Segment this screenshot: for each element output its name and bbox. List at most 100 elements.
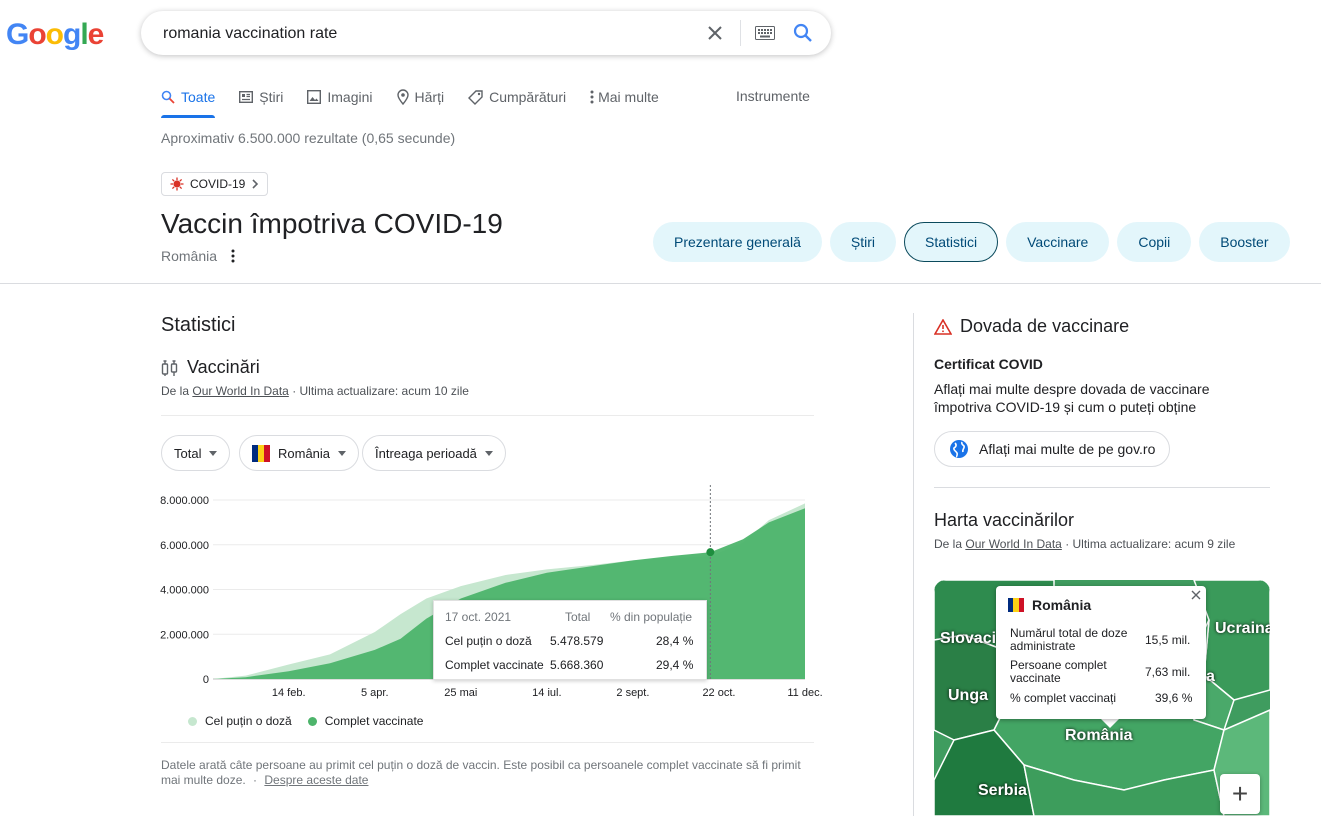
tab-more[interactable]: Mai multe xyxy=(590,86,659,108)
y-tick-label: 0 xyxy=(203,674,209,686)
topic-tab-booster[interactable]: Booster xyxy=(1199,222,1290,262)
search-separator xyxy=(740,20,741,46)
map-label-moldova: a xyxy=(1206,668,1215,685)
map-title: Harta vaccinărilor xyxy=(934,510,1075,530)
globe-icon xyxy=(950,440,968,458)
legend-item[interactable]: Complet vaccinate xyxy=(307,714,423,728)
map-tooltip-label: Persoane complet vaccinate xyxy=(1010,658,1107,685)
tab-maps[interactable]: Hărți xyxy=(396,86,444,108)
more-vert-icon xyxy=(590,90,594,104)
map-source-line: De la Our World In Data · Ultima actuali… xyxy=(934,537,1235,551)
chevron-right-icon xyxy=(252,179,259,189)
tab-label: Cumpărături xyxy=(489,89,567,105)
warning-icon xyxy=(934,318,952,335)
gov-button-label: Aflați mai multe de pe gov.ro xyxy=(979,441,1156,457)
map-tooltip-header: România xyxy=(1008,597,1091,613)
hover-point xyxy=(706,548,715,557)
romania-flag-icon xyxy=(1008,598,1024,612)
map-tooltip-value: 7,63 mil. xyxy=(1145,665,1191,679)
news-icon xyxy=(239,91,254,103)
logo-letter: l xyxy=(80,18,88,51)
logo-letter: o xyxy=(45,18,64,51)
search-input[interactable] xyxy=(161,21,685,47)
panel-divider xyxy=(913,313,914,816)
proof-title: Dovada de vaccinare xyxy=(960,316,1130,336)
google-logo[interactable]: Google xyxy=(6,18,105,52)
x-tick-label: 5 apr. xyxy=(361,687,389,699)
legend-dot xyxy=(188,716,197,726)
period-dropdown[interactable]: Întreaga perioadă xyxy=(362,435,506,471)
dropdown-label: România xyxy=(278,445,331,461)
note-separator: · xyxy=(253,773,258,787)
x-tick-label: 11 dec. xyxy=(787,687,822,699)
search-icon[interactable] xyxy=(791,21,815,45)
legend-label: Cel puțin o doză xyxy=(205,714,292,728)
caret-down-icon xyxy=(209,450,218,456)
topic-subtitle-row: România xyxy=(161,248,235,264)
tooltip-row-label: Complet vaccinate xyxy=(445,658,544,672)
map-label-hungary: Unga xyxy=(948,687,988,704)
tooltip-date: 17 oct. 2021 xyxy=(445,610,512,624)
tab-label: Știri xyxy=(259,89,284,105)
tooltip-row-pct: 29,4 % xyxy=(656,658,694,672)
divider xyxy=(934,487,1270,488)
map-tooltip-label: Numărul total de doze administrate xyxy=(1010,626,1128,653)
y-tick-label: 2.000.000 xyxy=(160,629,209,641)
vaccinations-heading: Vaccinări xyxy=(161,357,260,378)
header-divider xyxy=(0,283,1321,284)
tab-label: Toate xyxy=(181,89,216,105)
tools-button[interactable]: Instrumente xyxy=(736,88,810,104)
topic-tab--tiri[interactable]: Știri xyxy=(829,222,896,262)
clear-icon[interactable] xyxy=(703,21,727,45)
tab-all[interactable]: Toate xyxy=(161,86,216,118)
topic-tab-statistici[interactable]: Statistici xyxy=(904,222,999,262)
x-tick-label: 2 sept. xyxy=(616,687,649,699)
result-stats: Aproximativ 6.500.000 rezultate (0,65 se… xyxy=(161,130,456,146)
logo-letter: e xyxy=(87,18,105,51)
chip-label: COVID-19 xyxy=(190,177,246,191)
map-source-link[interactable]: Our World In Data xyxy=(965,537,1061,551)
source-suffix: · Ultima actualizare: acum 9 zile xyxy=(1065,537,1236,551)
tooltip-row-total: 5.668.360 xyxy=(550,658,604,672)
map-tooltip: România Numărul total de doze administra… xyxy=(996,586,1206,719)
divider xyxy=(161,415,814,416)
x-tick-label: 22 oct. xyxy=(702,687,735,699)
tab-news[interactable]: Știri xyxy=(239,86,283,108)
dropdown-label: Total xyxy=(174,445,202,461)
topic-tab-vaccinare[interactable]: Vaccinare xyxy=(1006,222,1110,262)
topic-tab-prezentare-general-[interactable]: Prezentare generală xyxy=(653,222,822,262)
logo-letter: G xyxy=(6,18,29,51)
zoom-in-button[interactable]: + xyxy=(1220,774,1260,814)
covid-topic-chip[interactable]: COVID-19 xyxy=(161,172,269,196)
topic-tab-copii[interactable]: Copii xyxy=(1117,222,1192,262)
y-tick-label: 6.000.000 xyxy=(160,540,209,552)
legend-item[interactable]: Cel puțin o doză xyxy=(188,714,292,728)
map-label-romania: România xyxy=(1065,727,1133,744)
plus-icon: + xyxy=(1231,778,1249,809)
section-title: Statistici xyxy=(161,314,236,336)
source-prefix: De la xyxy=(934,537,963,551)
logo-letter: g xyxy=(63,18,81,51)
tab-images[interactable]: Imagini xyxy=(307,86,373,108)
more-vert-icon[interactable] xyxy=(231,249,235,263)
about-data-link[interactable]: Despre aceste date xyxy=(264,773,368,787)
x-tick-label: 14 iul. xyxy=(532,687,561,699)
topic-title: Vaccin împotriva COVID-19 xyxy=(161,208,503,239)
tooltip-row-pct: 28,4 % xyxy=(656,634,694,648)
search-box xyxy=(141,11,831,55)
chart-legend: Cel puțin o doză Complet vaccinate xyxy=(188,714,423,728)
x-tick-label: 25 mai xyxy=(444,687,477,699)
tab-label: Mai multe xyxy=(598,89,659,105)
chart-tooltip: 17 oct. 2021 Total % din populație Cel p… xyxy=(433,600,707,680)
image-icon xyxy=(307,90,322,104)
close-icon[interactable] xyxy=(1191,590,1201,600)
logo-letter: o xyxy=(28,18,46,51)
keyboard-icon[interactable] xyxy=(753,21,777,45)
caret-down-icon xyxy=(338,450,347,456)
gov-link-button[interactable]: Aflați mai multe de pe gov.ro xyxy=(934,431,1171,467)
data-note: Datele arată câte persoane au primit cel… xyxy=(161,758,811,788)
tab-shopping[interactable]: Cumpărături xyxy=(468,86,566,108)
country-dropdown[interactable]: România xyxy=(239,435,360,471)
total-dropdown[interactable]: Total xyxy=(161,435,231,471)
source-link[interactable]: Our World In Data xyxy=(192,384,288,398)
